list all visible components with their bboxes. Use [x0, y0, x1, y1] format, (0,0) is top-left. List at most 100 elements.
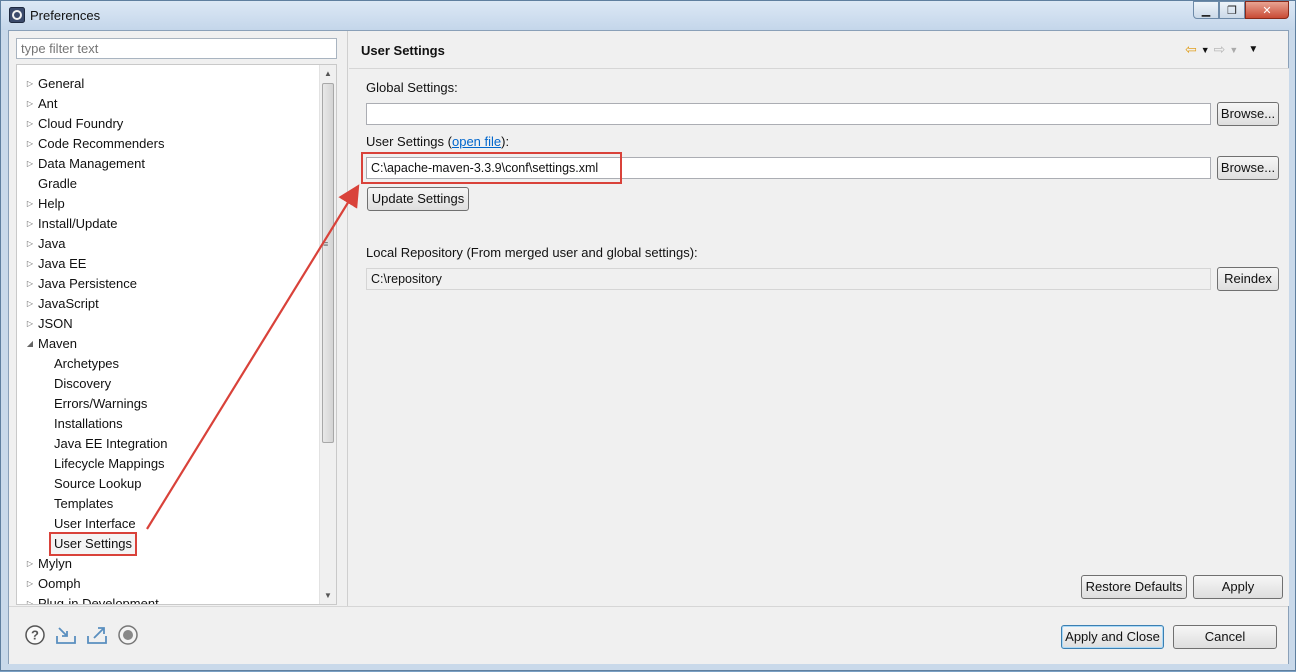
tree-item[interactable]: ▷ Oomph [17, 574, 317, 594]
tree-item-label: User Settings [48, 532, 138, 556]
tree-item-label: Mylyn [38, 556, 72, 571]
tree-collapsed-icon[interactable]: ▷ [25, 554, 35, 574]
user-settings-label: User Settings (open file): [366, 134, 509, 149]
tree-item-label: Java [38, 236, 66, 251]
scrollbar-thumb[interactable] [322, 83, 334, 443]
tree-item[interactable]: Lifecycle Mappings [17, 454, 317, 474]
apply-and-close-button[interactable]: Apply and Close [1061, 625, 1164, 649]
tree-item-label: Installations [54, 416, 123, 431]
tree-item[interactable]: ▷ Code Recommenders [17, 134, 317, 154]
tree-item[interactable]: ▷ General [17, 74, 317, 94]
tree-item[interactable]: Archetypes [17, 354, 317, 374]
tree-collapsed-icon[interactable]: ▷ [25, 154, 35, 174]
tree-collapsed-icon[interactable]: ▷ [25, 214, 35, 234]
tree-item[interactable]: ▷ Ant [17, 94, 317, 114]
tree-item[interactable]: Errors/Warnings [17, 394, 317, 414]
tree-collapsed-icon[interactable]: ▷ [25, 254, 35, 274]
user-browse-button[interactable]: Browse... [1217, 156, 1279, 180]
record-icon[interactable] [117, 624, 139, 646]
page-title: User Settings [361, 43, 445, 58]
cancel-button[interactable]: Cancel [1173, 625, 1277, 649]
reindex-button[interactable]: Reindex [1217, 267, 1279, 291]
forward-menu-icon[interactable]: ▼ [1229, 45, 1238, 55]
tree-item-label: Java EE Integration [54, 436, 168, 451]
panel-sash[interactable] [347, 31, 348, 606]
scroll-down-icon[interactable]: ▼ [320, 587, 336, 604]
tree-item[interactable]: ▷ JavaScript [17, 294, 317, 314]
global-browse-button[interactable]: Browse... [1217, 102, 1279, 126]
user-settings-label-suffix: ): [501, 134, 510, 149]
dialog-button-bar: ? Apply and Close Cancel [9, 606, 1288, 664]
tree-item[interactable]: Installations [17, 414, 317, 434]
user-settings-highlight-box [361, 152, 622, 184]
help-icon[interactable]: ? [24, 624, 46, 646]
user-settings-page: Global Settings: Browse... User Settings… [349, 68, 1289, 606]
tree-item[interactable]: ▷ Cloud Foundry [17, 114, 317, 134]
update-settings-button[interactable]: Update Settings [367, 187, 469, 211]
tree-scrollbar[interactable]: ▲ ≡ ▼ [319, 65, 336, 604]
tree-item[interactable]: ▷ Java Persistence [17, 274, 317, 294]
open-file-link[interactable]: open file [452, 134, 501, 149]
tree-collapsed-icon[interactable]: ▷ [25, 274, 35, 294]
tree-item[interactable]: ▷ Install/Update [17, 214, 317, 234]
global-settings-field[interactable] [366, 103, 1211, 125]
tree-item[interactable]: ▷ Help [17, 194, 317, 214]
apply-button[interactable]: Apply [1193, 575, 1283, 599]
filter-input[interactable] [16, 38, 337, 59]
export-icon[interactable] [86, 624, 108, 646]
page-navigation: ⇦ ▼ ⇨ ▼ ▼ [1185, 41, 1258, 58]
tree-item[interactable]: ▷ Java EE [17, 254, 317, 274]
back-arrow-icon[interactable]: ⇦ [1185, 41, 1197, 58]
tree-collapsed-icon[interactable]: ▷ [25, 94, 35, 114]
tree-item-label: Maven [38, 336, 78, 351]
tree-item[interactable]: Gradle [17, 174, 317, 194]
tree-item-label: User Interface [54, 516, 136, 531]
tree-expanded-icon[interactable]: ◢ [25, 334, 35, 354]
view-menu-icon[interactable]: ▼ [1248, 44, 1258, 55]
tree-item-label: Plug-in Development [38, 596, 159, 605]
tree-item-label: Oomph [38, 576, 81, 591]
tree-item[interactable]: ▷ Data Management [17, 154, 317, 174]
back-menu-icon[interactable]: ▼ [1201, 45, 1210, 55]
title-bar: Preferences ▁ ❐ ✕ [1, 1, 1295, 30]
tree-collapsed-icon[interactable]: ▷ [25, 234, 35, 254]
tree-item-selected[interactable]: User Settings [17, 532, 317, 556]
tree-item[interactable]: Java EE Integration [17, 434, 317, 454]
tree-item[interactable]: Templates [17, 494, 317, 514]
tree-collapsed-icon[interactable]: ▷ [25, 314, 35, 334]
window-controls: ▁ ❐ ✕ [1193, 1, 1289, 19]
tree-item-label: Java Persistence [38, 276, 137, 291]
forward-arrow-icon[interactable]: ⇨ [1214, 41, 1226, 58]
local-repository-field: C:\repository [366, 268, 1211, 290]
preferences-window: Preferences ▁ ❐ ✕ ▷General▷Ant▷Cloud Fou… [0, 0, 1296, 671]
tree-collapsed-icon[interactable]: ▷ [25, 194, 35, 214]
scroll-up-icon[interactable]: ▲ [320, 65, 336, 82]
tree-item[interactable]: ▷ JSON [17, 314, 317, 334]
tree-item-label: Install/Update [38, 216, 118, 231]
minimize-button[interactable]: ▁ [1193, 1, 1219, 19]
tree-item[interactable]: Source Lookup [17, 474, 317, 494]
tree-item[interactable]: ▷ Mylyn [17, 554, 317, 574]
tree-item-label: Code Recommenders [38, 136, 165, 151]
tree-item-label: Lifecycle Mappings [54, 456, 165, 471]
restore-defaults-button[interactable]: Restore Defaults [1081, 575, 1187, 599]
tree-collapsed-icon[interactable]: ▷ [25, 134, 35, 154]
close-button[interactable]: ✕ [1245, 1, 1289, 19]
tree-item-label: Help [38, 196, 65, 211]
restore-button[interactable]: ❐ [1219, 1, 1245, 19]
import-icon[interactable] [55, 624, 77, 646]
tree-item-label: Source Lookup [54, 476, 142, 491]
scrollbar-grip-icon: ≡ [323, 239, 329, 249]
tree-item[interactable]: Discovery [17, 374, 317, 394]
tree-collapsed-icon[interactable]: ▷ [25, 594, 35, 604]
tree-collapsed-icon[interactable]: ▷ [25, 114, 35, 134]
tree-item[interactable]: User Interface [17, 514, 317, 534]
local-repository-label: Local Repository (From merged user and g… [366, 245, 698, 260]
tree-item[interactable]: ▷ Java [17, 234, 317, 254]
tree-item-label: Errors/Warnings [54, 396, 148, 411]
tree-item[interactable]: ◢ Maven [17, 334, 317, 354]
tree-collapsed-icon[interactable]: ▷ [25, 574, 35, 594]
tree-collapsed-icon[interactable]: ▷ [25, 294, 35, 314]
tree-item[interactable]: ▷ Plug-in Development [17, 594, 317, 605]
tree-collapsed-icon[interactable]: ▷ [25, 74, 35, 94]
